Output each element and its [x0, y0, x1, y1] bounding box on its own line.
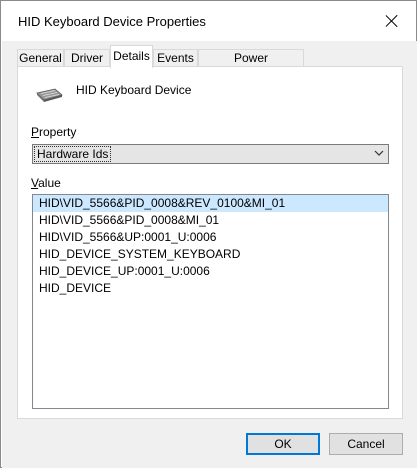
list-item[interactable]: HID_DEVICE_SYSTEM_KEYBOARD	[33, 246, 388, 263]
keyboard-icon	[36, 88, 63, 102]
tab-details[interactable]: Details	[110, 45, 153, 68]
list-item[interactable]: HID_DEVICE	[33, 280, 388, 297]
close-icon[interactable]	[385, 14, 399, 28]
property-label: Property	[31, 125, 76, 139]
property-label-text: roperty	[39, 125, 77, 139]
device-name: HID Keyboard Device	[76, 83, 192, 97]
property-dropdown-value: Hardware Ids	[33, 146, 112, 162]
list-item[interactable]: HID\VID_5566&UP:0001_U:0006	[33, 229, 388, 246]
dialog-client: General Driver Details Events Power Mana…	[2, 41, 417, 468]
value-label: Value	[31, 176, 61, 190]
properties-dialog: HID Keyboard Device Properties General D…	[0, 0, 417, 468]
cancel-button[interactable]: Cancel	[329, 433, 403, 455]
list-item[interactable]: HID_DEVICE_UP:0001_U:0006	[33, 263, 388, 280]
tab-power-management[interactable]: Power Management	[198, 49, 304, 82]
tab-general[interactable]: General	[17, 49, 64, 67]
list-item[interactable]: HID\VID_5566&PID_0008&REV_0100&MI_01	[33, 195, 388, 212]
details-panel: HID Keyboard Device Property Hardware Id…	[17, 66, 403, 419]
value-listbox[interactable]: HID\VID_5566&PID_0008&REV_0100&MI_01 HID…	[32, 194, 389, 409]
ok-button[interactable]: OK	[246, 433, 320, 455]
property-dropdown[interactable]: Hardware Ids	[32, 144, 389, 164]
tab-driver[interactable]: Driver	[64, 49, 110, 67]
window-title: HID Keyboard Device Properties	[18, 14, 206, 29]
value-label-text: alue	[38, 176, 61, 190]
title-bar: HID Keyboard Device Properties	[1, 1, 416, 41]
list-item[interactable]: HID\VID_5566&PID_0008&MI_01	[33, 212, 388, 229]
chevron-down-icon	[374, 150, 384, 156]
property-label-access-key: P	[31, 125, 40, 139]
tab-events[interactable]: Events	[153, 49, 198, 67]
